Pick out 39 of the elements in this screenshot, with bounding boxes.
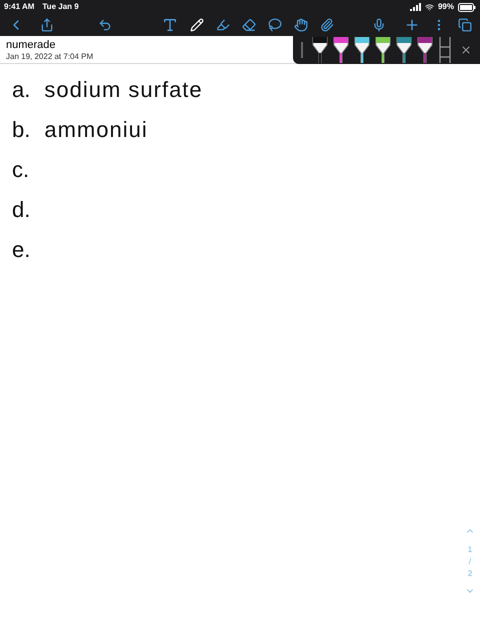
pages-button[interactable] (458, 18, 472, 32)
hand-button[interactable] (294, 18, 308, 32)
note-title: numerade (6, 39, 57, 52)
pen-tool-button[interactable] (190, 18, 204, 32)
wifi-icon (424, 2, 434, 12)
add-button[interactable] (404, 17, 420, 33)
marker-icon[interactable] (312, 37, 328, 63)
handwritten-text: sodium surfate (44, 76, 203, 104)
marker-icon[interactable] (396, 37, 412, 63)
text-tool-button[interactable] (162, 17, 178, 33)
eraser-button[interactable] (242, 18, 256, 32)
note-date: Jan 19, 2022 at 7:04 PM (6, 52, 94, 62)
undo-button[interactable] (98, 18, 112, 32)
list-marker: b. (12, 116, 30, 144)
page-divider: / (468, 556, 472, 568)
marker-icon[interactable] (333, 37, 349, 63)
list-marker: d. (12, 196, 30, 224)
share-button[interactable] (40, 18, 54, 32)
lasso-button[interactable] (268, 18, 282, 32)
page-current: 1 (468, 544, 472, 556)
marker-icon[interactable] (375, 37, 391, 63)
status-date: Tue Jan 9 (42, 1, 79, 13)
page-total: 2 (468, 568, 472, 580)
palette-handle[interactable] (301, 42, 303, 58)
handwritten-text: ammoniui (44, 116, 148, 144)
list-marker: c. (12, 156, 30, 184)
list-marker: e. (12, 236, 30, 264)
attach-button[interactable] (320, 18, 334, 32)
close-button[interactable] (460, 44, 472, 56)
marker-icon[interactable] (417, 37, 433, 63)
marker-icon[interactable] (354, 37, 370, 63)
battery-percent: 99% (438, 1, 454, 13)
highlighter-button[interactable] (216, 18, 230, 32)
ruler-icon[interactable] (438, 37, 452, 63)
list-marker: a. (12, 76, 30, 104)
mic-button[interactable] (372, 18, 386, 32)
signal-icon (410, 3, 421, 11)
battery-icon (458, 2, 476, 12)
status-time: 9:41 AM (4, 1, 34, 13)
